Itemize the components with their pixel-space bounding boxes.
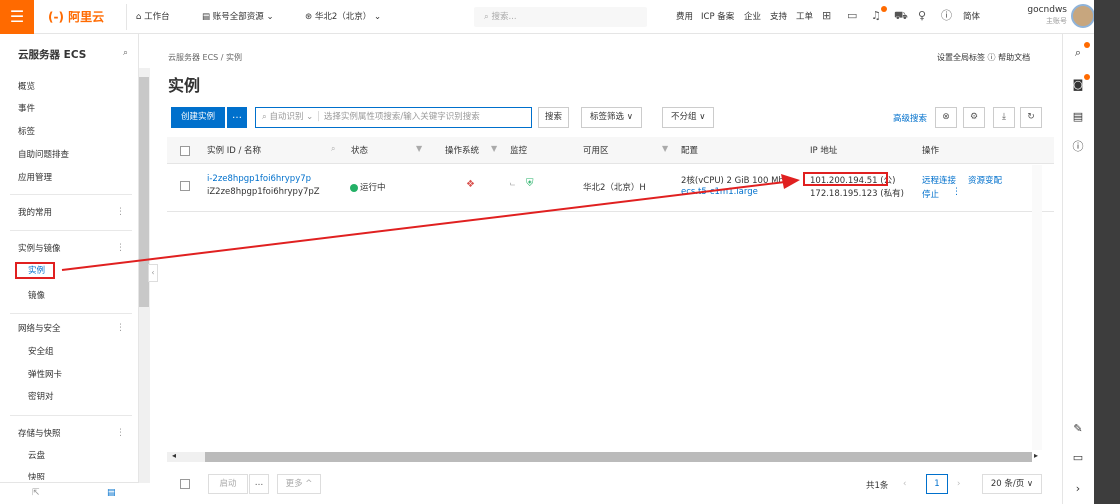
start-button[interactable]: 启动 xyxy=(208,474,248,494)
footer-checkbox[interactable] xyxy=(180,479,190,489)
help-icon[interactable]: ⓘ xyxy=(1069,138,1087,156)
window-edge xyxy=(1094,0,1120,504)
page-number[interactable]: 1 xyxy=(926,474,948,494)
message-icon[interactable]: ▭ xyxy=(1069,449,1087,467)
scroll-right-icon[interactable]: ▸ xyxy=(1034,451,1038,460)
table-hscroll[interactable] xyxy=(205,452,1032,462)
next-page-icon[interactable]: › xyxy=(957,479,960,489)
scroll-left-icon[interactable]: ◂ xyxy=(172,451,176,460)
edit-icon[interactable]: ✎ xyxy=(1069,420,1087,438)
document-icon[interactable]: ▤ xyxy=(1069,108,1087,126)
footer-more-button[interactable]: … xyxy=(249,474,269,494)
total-count: 共1条 xyxy=(866,481,889,491)
expand-icon[interactable]: › xyxy=(1069,480,1087,498)
prev-page-icon[interactable]: ‹ xyxy=(903,479,906,489)
table-vscroll[interactable] xyxy=(1032,165,1042,450)
page-size-dropdown[interactable]: 20 条/页 ∨ xyxy=(982,474,1042,494)
notification-dot xyxy=(1084,42,1090,48)
notification-dot xyxy=(1084,74,1090,80)
annotation-arrow xyxy=(61,174,800,271)
more-actions-dropdown[interactable]: 更多 ^ xyxy=(277,474,321,494)
